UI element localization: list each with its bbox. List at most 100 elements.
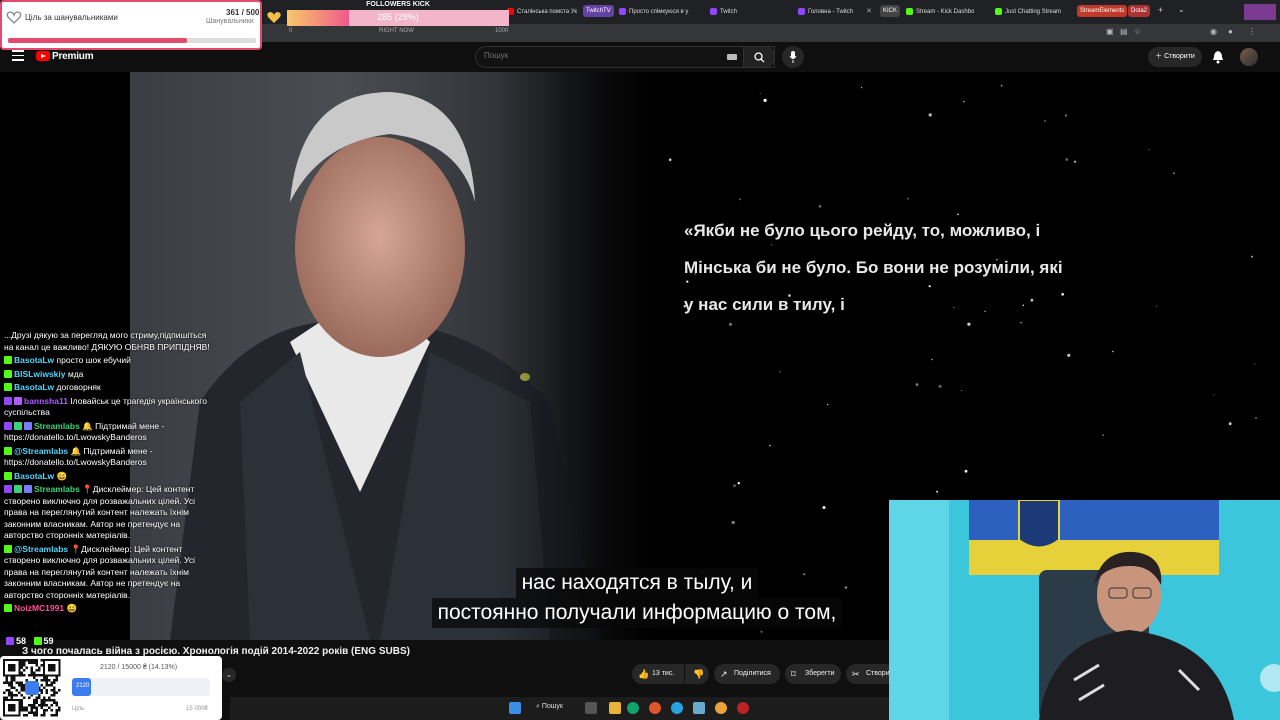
twitch-icon — [619, 8, 626, 15]
windows-taskbar: ⌕ Пошук — [230, 697, 890, 720]
file-explorer-icon[interactable] — [609, 702, 621, 714]
brand-label[interactable]: Premium — [52, 51, 94, 62]
goal-sub: Шанувальники — [206, 18, 254, 25]
kick-tab[interactable]: KICK — [880, 5, 901, 17]
chat-message: Streamlabs 📍Дисклеймер: Цей контент ство… — [4, 484, 218, 542]
browser-tab[interactable]: Головна - Twitch ✕ — [796, 4, 874, 20]
profile-icon[interactable]: ● — [1228, 27, 1233, 36]
heart-icon — [6, 11, 22, 24]
chat-username[interactable]: Streamlabs — [34, 421, 80, 431]
create-button[interactable]: ＋ Створити — [1148, 47, 1202, 67]
followers-progress-bar: 285 (28%) — [287, 10, 509, 26]
followers-start: 0 — [289, 28, 293, 34]
goal-count: 361 / 500 — [226, 8, 260, 17]
taskbar-search[interactable]: ⌕ Пошук — [536, 703, 563, 711]
bookmark-star-icon[interactable]: ☆ — [1134, 27, 1141, 36]
app-icon[interactable] — [693, 702, 705, 714]
donation-right-label: 15 000₴ — [186, 706, 208, 712]
chat-username[interactable]: @Streamlabs — [14, 544, 68, 554]
chevron-down-icon[interactable]: ⌄ — [1178, 5, 1185, 14]
edge-icon[interactable] — [627, 702, 639, 714]
extension-icon[interactable]: ▤ — [1120, 27, 1128, 36]
scissors-icon: ✂ — [852, 669, 860, 679]
check-badge-icon — [14, 421, 22, 430]
browser-tab[interactable]: Сталінська помста Ук — [505, 4, 579, 20]
donation-amount: 2120 / 15000 ₴ (14.13%) — [100, 664, 178, 671]
sl-badge-icon — [24, 485, 32, 493]
chat-username[interactable]: BISLwiwskiy — [14, 369, 66, 379]
chat-username[interactable]: BasotaLw — [14, 355, 54, 365]
browser-tab[interactable]: Stream - Kick Dashbo — [904, 4, 988, 20]
twitch-icon — [798, 8, 805, 15]
kick-badge-icon — [4, 446, 12, 455]
task-view-icon[interactable] — [585, 702, 597, 714]
thumbs-up-icon: 👍 — [638, 669, 650, 679]
kick-badge-icon — [4, 471, 12, 480]
donation-left-label: Ціль — [72, 706, 85, 712]
chat-text: мда — [67, 368, 84, 379]
goal-progress-bar — [8, 38, 256, 43]
donation-goal-widget: 2120 / 15000 ₴ (14.13%) 2120 Ціль 15 000… — [0, 656, 222, 720]
chat-username[interactable]: Streamlabs — [34, 484, 80, 494]
microphone-icon — [789, 51, 797, 63]
save-button[interactable]: ⌑ Зберегти — [785, 664, 841, 684]
kick-icon — [995, 8, 1002, 15]
twitch-badge-icon — [4, 421, 12, 430]
kick-badge-icon — [4, 356, 12, 364]
share-button[interactable]: ↗ Поділитися — [714, 664, 780, 684]
youtube-logo-icon[interactable] — [36, 51, 50, 61]
goal-label: Ціль за шанувальниками — [25, 13, 118, 22]
chat-username[interactable]: BasotaLw — [14, 471, 54, 481]
chat-message: BISLwiwskiy мда — [4, 369, 218, 381]
close-icon[interactable]: ✕ — [866, 4, 872, 20]
chevron-down-icon[interactable]: ⌄ — [222, 668, 236, 682]
sl-badge-icon — [24, 421, 32, 430]
keyboard-icon[interactable] — [727, 54, 737, 60]
extension-icon[interactable]: ◉ — [1210, 27, 1217, 36]
check-badge-icon — [14, 485, 22, 493]
followers-title: FOLLOWERS KICK — [366, 1, 430, 8]
twitchtv-tab[interactable]: TwitchTV — [583, 5, 614, 17]
twitch-icon — [6, 637, 14, 645]
notifications-bell-icon[interactable] — [1212, 50, 1224, 64]
obs-icon[interactable] — [737, 702, 749, 714]
more-icon[interactable]: ⋮ — [1248, 27, 1256, 36]
opera-icon[interactable] — [649, 702, 661, 714]
browser-tab[interactable]: Просто спімкуюся в у — [617, 4, 693, 20]
chat-username[interactable]: NoizMC1991 — [14, 603, 64, 613]
new-tab-icon[interactable]: + — [1158, 5, 1163, 15]
chat-message: BasotaLw просто шок ебучий — [4, 355, 218, 367]
windows-start-icon[interactable] — [509, 702, 521, 714]
browser-tab[interactable]: Twitch — [708, 4, 782, 20]
like-button[interactable]: 👍 13 тис. — [632, 664, 684, 684]
quote-text: «Якби не було цього рейду, то, можливо, … — [684, 221, 1063, 314]
chat-message: Streamlabs 🔔 Підтримай мене - https://do… — [4, 421, 218, 444]
search-button[interactable] — [743, 46, 775, 68]
voice-search-button[interactable] — [782, 46, 804, 68]
search-input[interactable] — [484, 51, 724, 60]
kick-badge-icon — [4, 604, 12, 612]
menu-icon[interactable] — [12, 50, 24, 61]
browser-tab[interactable]: Just Chatting Stream — [993, 4, 1073, 20]
chat-username[interactable]: BasotaLw — [14, 382, 54, 392]
followers-right-now: RIGHT NOW — [379, 28, 414, 34]
chat-username[interactable]: @Streamlabs — [14, 446, 68, 456]
extension-icon[interactable]: ▣ — [1106, 27, 1114, 36]
followers-value: 285 (28%) — [377, 12, 419, 22]
followers-end: 1000 — [495, 28, 509, 34]
avatar[interactable] — [1240, 48, 1258, 66]
twitch-badge-icon — [4, 485, 12, 493]
dota-tab[interactable]: Dota2 — [1128, 5, 1151, 17]
dislike-button[interactable]: 👎 — [685, 664, 709, 684]
telegram-icon[interactable] — [671, 702, 683, 714]
fan-goal-widget: Ціль за шанувальниками 361 / 500 Шанувал… — [0, 0, 262, 50]
chat-message: @Streamlabs 📍Дисклеймер: Цей контент ств… — [4, 544, 218, 602]
chat-username[interactable]: bannsha11 — [24, 396, 68, 406]
twitch-badge-icon — [4, 396, 12, 405]
donation-bar-value: 2120 — [76, 683, 90, 689]
webcam-feed — [889, 500, 1280, 720]
chrome-icon[interactable] — [715, 702, 727, 714]
viewer-counters: 58 59 — [6, 636, 54, 646]
window-controls[interactable] — [1244, 4, 1276, 20]
streamelements-tab[interactable]: StreamElements — [1077, 5, 1128, 17]
